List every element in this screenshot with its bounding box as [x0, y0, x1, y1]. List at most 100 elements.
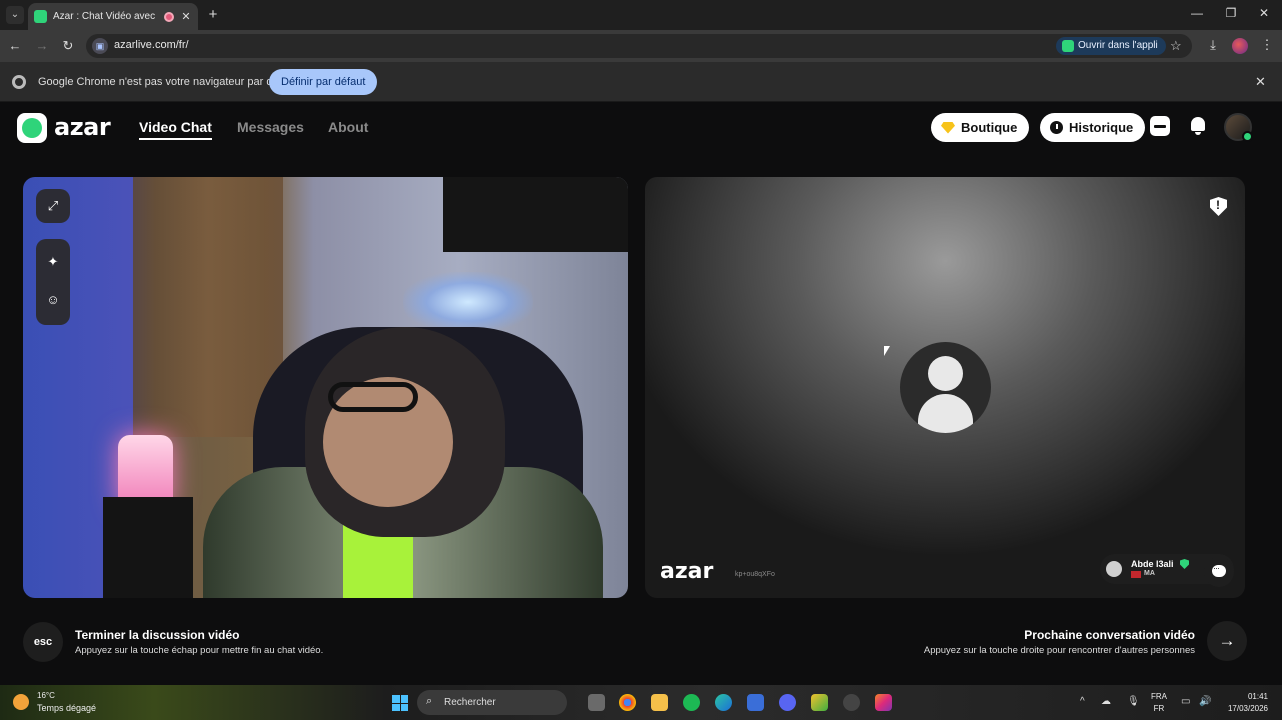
- historique-button[interactable]: Historique: [1040, 113, 1146, 142]
- new-tab-button[interactable]: +: [204, 6, 222, 24]
- forward-icon[interactable]: →: [33, 37, 51, 55]
- remote-user-avatar: [1106, 561, 1122, 577]
- windows-start-icon[interactable]: [392, 695, 408, 711]
- azar-logo-text[interactable]: azar: [54, 113, 111, 141]
- video-person: [328, 382, 418, 412]
- recording-indicator-icon: [164, 11, 174, 22]
- downloads-icon[interactable]: ⤓: [1204, 37, 1222, 53]
- boutique-button[interactable]: Boutique: [931, 113, 1030, 142]
- country-flag-icon: [1131, 571, 1141, 578]
- end-chat-title: Terminer la discussion vidéo: [75, 628, 240, 642]
- clock-time: 01:41: [1247, 692, 1268, 701]
- weather-desc: Temps dégagé: [37, 703, 97, 713]
- tab-search-icon[interactable]: ⌄: [6, 6, 24, 24]
- file-explorer-icon[interactable]: [651, 694, 668, 711]
- clock-icon: [1050, 121, 1063, 134]
- video-background: [403, 272, 533, 332]
- tray-expand-icon[interactable]: ^: [1080, 696, 1085, 707]
- effects-panel: ✦ ☺: [36, 239, 70, 325]
- minimize-icon[interactable]: —: [1187, 6, 1207, 20]
- tab-close-icon[interactable]: ✕: [180, 10, 192, 23]
- chrome-icon: [12, 75, 26, 89]
- clock-date: 17/03/2026: [1227, 704, 1268, 713]
- edge-icon[interactable]: [715, 694, 732, 711]
- spotify-icon[interactable]: [683, 694, 700, 711]
- infobar-message: Google Chrome n'est pas votre navigateur…: [38, 76, 297, 88]
- azar-app-icon: [1062, 40, 1074, 52]
- search-placeholder: Rechercher: [444, 697, 496, 708]
- online-status-icon: [1242, 131, 1253, 142]
- volume-icon[interactable]: 🔊: [1199, 696, 1211, 707]
- chrome-menu-icon[interactable]: ⋮: [1258, 37, 1276, 53]
- search-icon: ⌕: [426, 695, 433, 707]
- esc-key-button[interactable]: esc: [23, 622, 63, 662]
- remote-video-feed: azar kp+ou8qXFo Abde l3ali MA: [645, 177, 1245, 598]
- weather-temp: 16°C: [37, 691, 55, 700]
- chrome-taskbar-icon[interactable]: [619, 694, 636, 711]
- boutique-label: Boutique: [961, 120, 1018, 135]
- mouse-cursor-icon: [884, 346, 890, 356]
- restore-icon[interactable]: ❐: [1221, 6, 1241, 20]
- face-filter-icon[interactable]: ☺: [46, 293, 60, 307]
- site-info-icon[interactable]: ▣: [92, 38, 108, 54]
- remote-user-country: MA: [1144, 570, 1155, 577]
- taskbar-search[interactable]: ⌕ Rechercher: [417, 690, 567, 715]
- microphone-icon[interactable]: 🎙: [1127, 696, 1140, 707]
- weather-moon-icon[interactable]: [13, 694, 29, 710]
- azar-page: azar Video Chat Messages About Boutique …: [0, 102, 1282, 685]
- magic-wand-icon[interactable]: ✦: [46, 255, 60, 269]
- nav-about[interactable]: About: [328, 119, 368, 135]
- resize-video-button[interactable]: ⤢: [36, 189, 70, 223]
- session-id: kp+ou8qXFo: [735, 571, 775, 578]
- inbox-icon[interactable]: [1150, 116, 1170, 136]
- back-icon[interactable]: ←: [6, 37, 24, 55]
- window-close-icon[interactable]: ✕: [1254, 6, 1274, 20]
- resize-icon: ⤢: [47, 198, 59, 213]
- tab-title: Azar : Chat Vidéo avec de n: [53, 11, 158, 22]
- store-icon[interactable]: [747, 694, 764, 711]
- end-chat-subtitle: Appuyez sur la touche échap pour mettre …: [75, 645, 324, 656]
- remote-user-placeholder-icon: [900, 342, 991, 433]
- instagram-icon[interactable]: [875, 694, 892, 711]
- next-chat-title: Prochaine conversation vidéo: [1024, 628, 1195, 642]
- historique-label: Historique: [1069, 120, 1134, 135]
- browser-tab-azar[interactable]: Azar : Chat Vidéo avec de n ✕: [28, 3, 198, 30]
- windows-taskbar: 16°C Temps dégagé ⌕ Rechercher ^ ☁ 🎙 FRA…: [0, 685, 1282, 720]
- language-code: FRA: [1151, 692, 1167, 701]
- reload-icon[interactable]: ↻: [59, 37, 77, 55]
- video-background: [103, 497, 193, 598]
- remote-watermark-logo: azar: [660, 559, 714, 584]
- verified-icon: [1180, 559, 1189, 569]
- nav-video-chat[interactable]: Video Chat: [139, 119, 212, 140]
- next-chat-button[interactable]: →: [1207, 621, 1247, 661]
- language-indicator[interactable]: FRA FR: [1151, 691, 1167, 715]
- bluestacks-icon[interactable]: [811, 694, 828, 711]
- app-icon[interactable]: [843, 694, 860, 711]
- url-text: azarlive.com/fr/: [114, 39, 189, 51]
- placeholder-body: [918, 394, 973, 433]
- nav-messages[interactable]: Messages: [237, 119, 304, 135]
- remote-user-name: Abde l3ali: [1131, 559, 1174, 569]
- open-in-app-button[interactable]: Ouvrir dans l'appli: [1056, 37, 1166, 55]
- notification-bell-icon[interactable]: [1189, 116, 1207, 136]
- browser-toolbar: ← → ↻ ▣ azarlive.com/fr/ Ouvrir dans l'a…: [0, 30, 1282, 62]
- discord-icon[interactable]: [779, 694, 796, 711]
- open-in-app-label: Ouvrir dans l'appli: [1078, 40, 1158, 51]
- next-chat-subtitle: Appuyez sur la touche droite pour rencon…: [923, 645, 1195, 656]
- bookmark-star-icon[interactable]: ☆: [1170, 38, 1182, 54]
- browser-tab-strip: ⌄ Azar : Chat Vidéo avec de n ✕ + — ❐ ✕: [0, 0, 1282, 30]
- system-clock[interactable]: 01:41 17/03/2026: [1222, 691, 1268, 715]
- onedrive-icon[interactable]: ☁: [1101, 696, 1111, 707]
- azar-logo-icon[interactable]: [17, 113, 47, 143]
- task-view-icon[interactable]: [588, 694, 605, 711]
- chat-bubble-button[interactable]: [1204, 557, 1234, 587]
- report-shield-icon[interactable]: [1210, 197, 1227, 216]
- default-browser-infobar: Google Chrome n'est pas votre navigateur…: [0, 62, 1282, 102]
- infobar-close-icon[interactable]: ✕: [1255, 74, 1266, 90]
- keyboard-layout: FR: [1153, 704, 1165, 713]
- profile-avatar-icon[interactable]: [1232, 38, 1248, 54]
- address-bar[interactable]: ▣ azarlive.com/fr/ Ouvrir dans l'appli ☆: [86, 34, 1192, 58]
- video-background: [443, 177, 628, 252]
- set-default-button[interactable]: Définir par défaut: [269, 69, 378, 95]
- network-icon[interactable]: ▭: [1181, 696, 1190, 707]
